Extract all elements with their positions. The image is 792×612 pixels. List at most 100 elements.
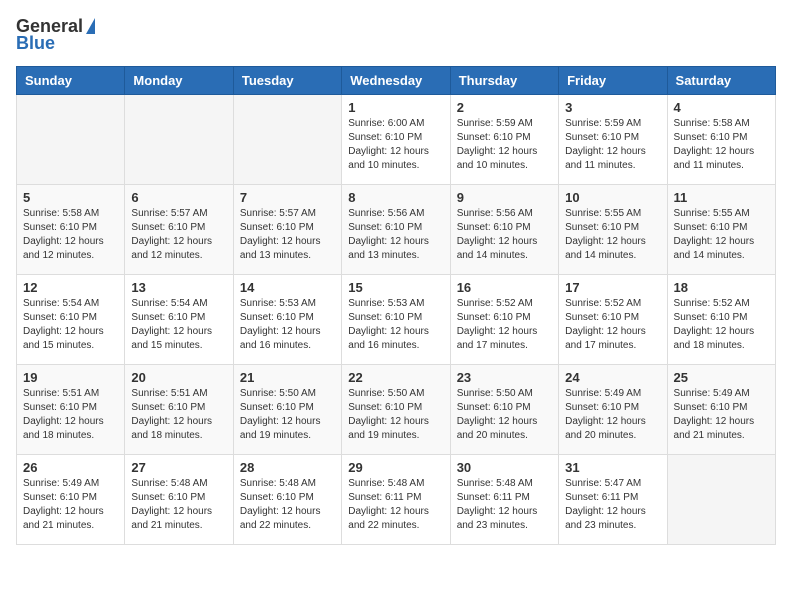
day-info: Sunrise: 5:49 AM Sunset: 6:10 PM Dayligh…	[565, 387, 660, 443]
day-number: 7	[240, 190, 335, 205]
day-info: Sunrise: 5:56 AM Sunset: 6:10 PM Dayligh…	[457, 207, 552, 263]
day-info: Sunrise: 5:48 AM Sunset: 6:11 PM Dayligh…	[457, 477, 552, 533]
calendar-cell	[233, 95, 341, 185]
calendar-cell: 11 Sunrise: 5:55 AM Sunset: 6:10 PM Dayli…	[667, 185, 775, 275]
day-info: Sunrise: 6:00 AM Sunset: 6:10 PM Dayligh…	[348, 117, 443, 173]
day-info: Sunrise: 5:48 AM Sunset: 6:11 PM Dayligh…	[348, 477, 443, 533]
calendar-cell: 31 Sunrise: 5:47 AM Sunset: 6:11 PM Dayli…	[559, 455, 667, 545]
day-number: 5	[23, 190, 118, 205]
day-number: 12	[23, 280, 118, 295]
calendar-cell: 14 Sunrise: 5:53 AM Sunset: 6:10 PM Dayli…	[233, 275, 341, 365]
day-of-week-monday: Monday	[125, 67, 233, 95]
calendar-cell: 12 Sunrise: 5:54 AM Sunset: 6:10 PM Dayli…	[17, 275, 125, 365]
day-info: Sunrise: 5:48 AM Sunset: 6:10 PM Dayligh…	[240, 477, 335, 533]
day-number: 4	[674, 100, 769, 115]
day-number: 3	[565, 100, 660, 115]
day-info: Sunrise: 5:49 AM Sunset: 6:10 PM Dayligh…	[23, 477, 118, 533]
day-number: 16	[457, 280, 552, 295]
calendar-cell: 10 Sunrise: 5:55 AM Sunset: 6:10 PM Dayli…	[559, 185, 667, 275]
day-number: 24	[565, 370, 660, 385]
day-number: 6	[131, 190, 226, 205]
logo-blue-text: Blue	[16, 33, 55, 54]
calendar-week-row: 12 Sunrise: 5:54 AM Sunset: 6:10 PM Dayli…	[17, 275, 776, 365]
calendar-cell: 21 Sunrise: 5:50 AM Sunset: 6:10 PM Dayli…	[233, 365, 341, 455]
day-number: 25	[674, 370, 769, 385]
day-info: Sunrise: 5:51 AM Sunset: 6:10 PM Dayligh…	[23, 387, 118, 443]
calendar-cell: 26 Sunrise: 5:49 AM Sunset: 6:10 PM Dayli…	[17, 455, 125, 545]
day-info: Sunrise: 5:49 AM Sunset: 6:10 PM Dayligh…	[674, 387, 769, 443]
day-number: 17	[565, 280, 660, 295]
day-number: 10	[565, 190, 660, 205]
calendar-cell: 6Sunrise: 5:57 AM Sunset: 6:10 PM Daylig…	[125, 185, 233, 275]
calendar-cell	[125, 95, 233, 185]
day-number: 22	[348, 370, 443, 385]
day-number: 13	[131, 280, 226, 295]
calendar-week-row: 19 Sunrise: 5:51 AM Sunset: 6:10 PM Dayli…	[17, 365, 776, 455]
day-info: Sunrise: 5:50 AM Sunset: 6:10 PM Dayligh…	[240, 387, 335, 443]
calendar-cell: 28 Sunrise: 5:48 AM Sunset: 6:10 PM Dayli…	[233, 455, 341, 545]
calendar-cell: 8 Sunrise: 5:56 AM Sunset: 6:10 PM Daylig…	[342, 185, 450, 275]
day-info: Sunrise: 5:58 AM Sunset: 6:10 PM Dayligh…	[674, 117, 769, 173]
day-number: 30	[457, 460, 552, 475]
day-of-week-friday: Friday	[559, 67, 667, 95]
page-header: General Blue	[16, 16, 776, 54]
calendar-cell: 1Sunrise: 6:00 AM Sunset: 6:10 PM Daylig…	[342, 95, 450, 185]
calendar-cell: 24 Sunrise: 5:49 AM Sunset: 6:10 PM Dayli…	[559, 365, 667, 455]
day-number: 28	[240, 460, 335, 475]
calendar-cell: 2Sunrise: 5:59 AM Sunset: 6:10 PM Daylig…	[450, 95, 558, 185]
calendar-cell: 20 Sunrise: 5:51 AM Sunset: 6:10 PM Dayli…	[125, 365, 233, 455]
day-number: 8	[348, 190, 443, 205]
day-of-week-tuesday: Tuesday	[233, 67, 341, 95]
day-info: Sunrise: 5:56 AM Sunset: 6:10 PM Dayligh…	[348, 207, 443, 263]
logo-triangle-icon	[86, 18, 95, 34]
calendar-cell: 16Sunrise: 5:52 AM Sunset: 6:10 PM Dayli…	[450, 275, 558, 365]
day-info: Sunrise: 5:54 AM Sunset: 6:10 PM Dayligh…	[131, 297, 226, 353]
calendar-week-row: 1Sunrise: 6:00 AM Sunset: 6:10 PM Daylig…	[17, 95, 776, 185]
day-number: 11	[674, 190, 769, 205]
day-of-week-thursday: Thursday	[450, 67, 558, 95]
day-number: 23	[457, 370, 552, 385]
day-info: Sunrise: 5:55 AM Sunset: 6:10 PM Dayligh…	[674, 207, 769, 263]
day-info: Sunrise: 5:59 AM Sunset: 6:10 PM Dayligh…	[457, 117, 552, 173]
calendar-cell: 23 Sunrise: 5:50 AM Sunset: 6:10 PM Dayli…	[450, 365, 558, 455]
day-number: 9	[457, 190, 552, 205]
calendar-cell: 15Sunrise: 5:53 AM Sunset: 6:10 PM Dayli…	[342, 275, 450, 365]
day-info: Sunrise: 5:53 AM Sunset: 6:10 PM Dayligh…	[240, 297, 335, 353]
calendar-table: SundayMondayTuesdayWednesdayThursdayFrid…	[16, 66, 776, 545]
calendar-cell: 27Sunrise: 5:48 AM Sunset: 6:10 PM Dayli…	[125, 455, 233, 545]
calendar-cell: 4 Sunrise: 5:58 AM Sunset: 6:10 PM Daylig…	[667, 95, 775, 185]
calendar-cell: 17Sunrise: 5:52 AM Sunset: 6:10 PM Dayli…	[559, 275, 667, 365]
day-info: Sunrise: 5:53 AM Sunset: 6:10 PM Dayligh…	[348, 297, 443, 353]
day-number: 21	[240, 370, 335, 385]
day-info: Sunrise: 5:51 AM Sunset: 6:10 PM Dayligh…	[131, 387, 226, 443]
day-info: Sunrise: 5:57 AM Sunset: 6:10 PM Dayligh…	[240, 207, 335, 263]
day-info: Sunrise: 5:50 AM Sunset: 6:10 PM Dayligh…	[457, 387, 552, 443]
logo: General Blue	[16, 16, 95, 54]
calendar-cell: 19 Sunrise: 5:51 AM Sunset: 6:10 PM Dayli…	[17, 365, 125, 455]
calendar-cell: 25 Sunrise: 5:49 AM Sunset: 6:10 PM Dayli…	[667, 365, 775, 455]
day-info: Sunrise: 5:54 AM Sunset: 6:10 PM Dayligh…	[23, 297, 118, 353]
day-info: Sunrise: 5:58 AM Sunset: 6:10 PM Dayligh…	[23, 207, 118, 263]
day-info: Sunrise: 5:50 AM Sunset: 6:10 PM Dayligh…	[348, 387, 443, 443]
calendar-cell: 30 Sunrise: 5:48 AM Sunset: 6:11 PM Dayli…	[450, 455, 558, 545]
day-number: 19	[23, 370, 118, 385]
day-info: Sunrise: 5:59 AM Sunset: 6:10 PM Dayligh…	[565, 117, 660, 173]
day-info: Sunrise: 5:55 AM Sunset: 6:10 PM Dayligh…	[565, 207, 660, 263]
calendar-header-row: SundayMondayTuesdayWednesdayThursdayFrid…	[17, 67, 776, 95]
day-number: 14	[240, 280, 335, 295]
calendar-cell: 13 Sunrise: 5:54 AM Sunset: 6:10 PM Dayli…	[125, 275, 233, 365]
calendar-cell	[17, 95, 125, 185]
calendar-cell: 7 Sunrise: 5:57 AM Sunset: 6:10 PM Daylig…	[233, 185, 341, 275]
day-number: 26	[23, 460, 118, 475]
calendar-cell: 9 Sunrise: 5:56 AM Sunset: 6:10 PM Daylig…	[450, 185, 558, 275]
calendar-cell: 18Sunrise: 5:52 AM Sunset: 6:10 PM Dayli…	[667, 275, 775, 365]
day-info: Sunrise: 5:47 AM Sunset: 6:11 PM Dayligh…	[565, 477, 660, 533]
day-number: 31	[565, 460, 660, 475]
day-of-week-wednesday: Wednesday	[342, 67, 450, 95]
day-number: 20	[131, 370, 226, 385]
day-of-week-sunday: Sunday	[17, 67, 125, 95]
calendar-week-row: 26 Sunrise: 5:49 AM Sunset: 6:10 PM Dayli…	[17, 455, 776, 545]
calendar-week-row: 5 Sunrise: 5:58 AM Sunset: 6:10 PM Daylig…	[17, 185, 776, 275]
calendar-cell: 5 Sunrise: 5:58 AM Sunset: 6:10 PM Daylig…	[17, 185, 125, 275]
calendar-cell	[667, 455, 775, 545]
